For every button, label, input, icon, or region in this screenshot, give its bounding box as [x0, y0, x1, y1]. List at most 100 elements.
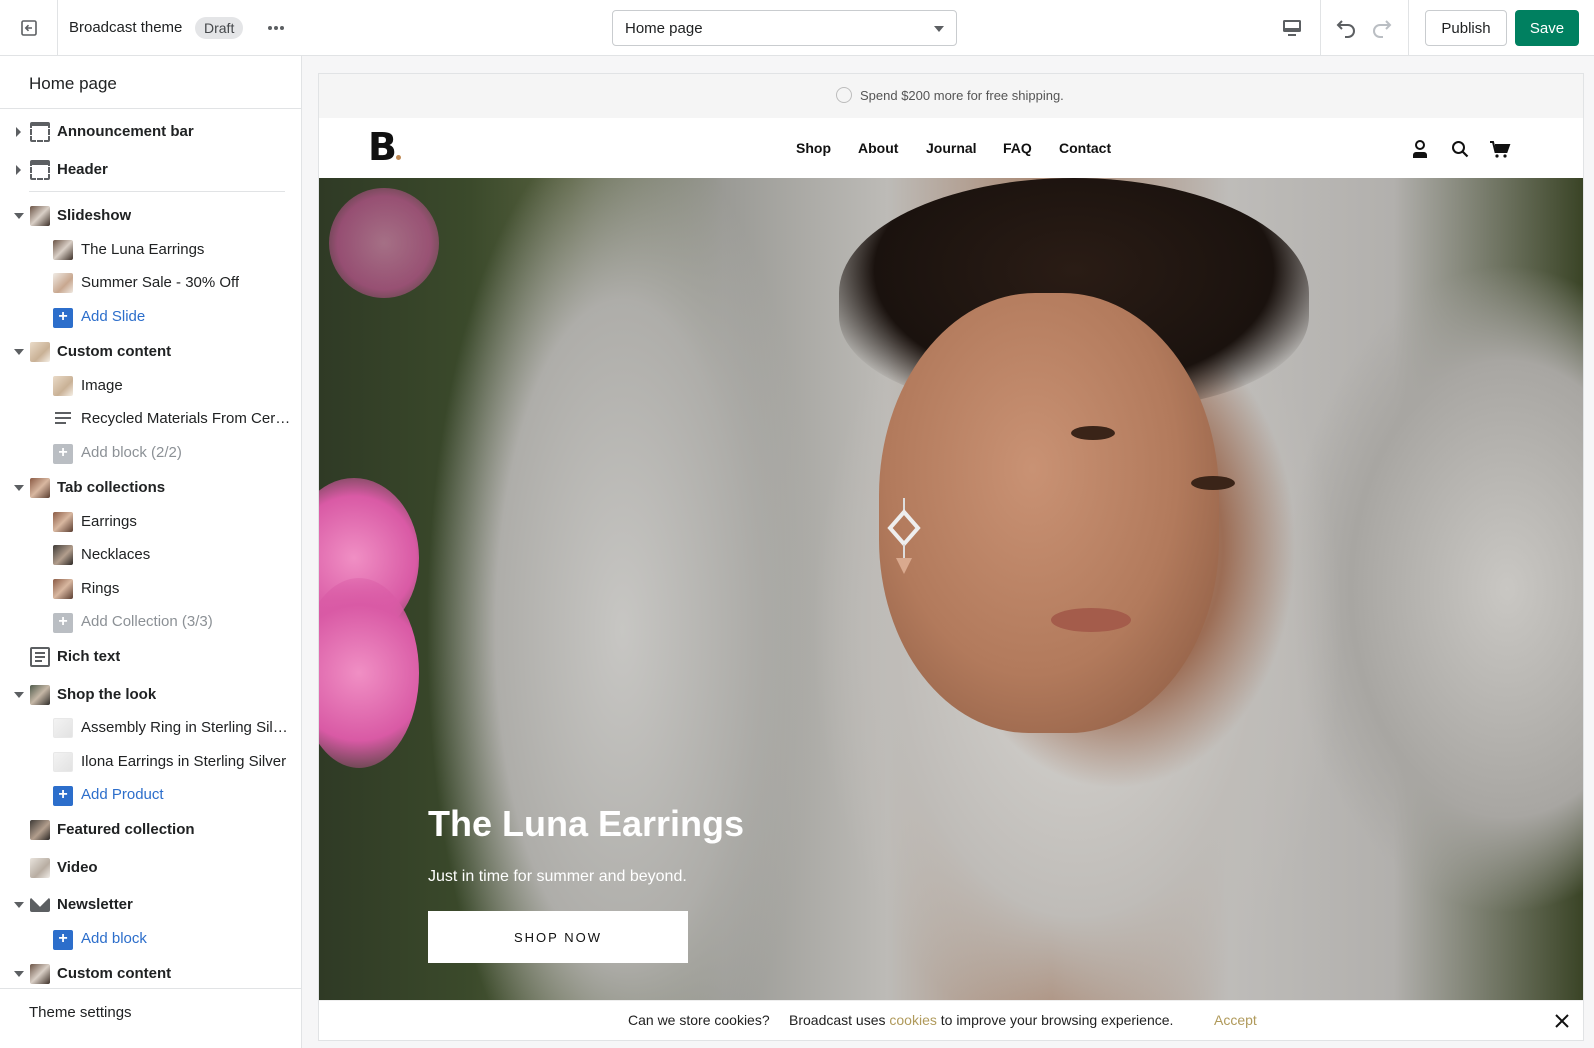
block-label: Assembly Ring in Sterling Silver [81, 719, 291, 736]
section-header[interactable]: Header [0, 153, 302, 187]
block-slide[interactable]: The Luna Earrings [0, 233, 302, 267]
save-button[interactable]: Save [1515, 10, 1579, 46]
progress-ring-icon [836, 87, 852, 103]
add-circle-icon: + [53, 786, 73, 806]
section-label: Header [57, 161, 108, 178]
earring-graphic [887, 498, 921, 574]
nav-link-contact[interactable]: Contact [1059, 140, 1111, 156]
section-featured-collection[interactable]: Featured collection [0, 813, 302, 847]
more-actions-button[interactable] [263, 16, 289, 40]
chevron-right-icon[interactable] [16, 127, 21, 137]
cookie-question: Can we store cookies? [628, 1012, 770, 1028]
block-image[interactable]: Image [0, 369, 302, 403]
add-circle-icon: + [53, 930, 73, 950]
chevron-down-icon[interactable] [14, 349, 24, 355]
chevron-right-icon[interactable] [16, 165, 21, 175]
theme-settings-link[interactable]: Theme settings [29, 1004, 132, 1021]
section-tab-collections[interactable]: Tab collections [0, 471, 302, 505]
chevron-down-icon[interactable] [14, 213, 24, 219]
add-collection-button[interactable]: + Add Collection (3/3) [0, 605, 302, 639]
search-icon[interactable] [1449, 138, 1471, 160]
undo-icon [1336, 20, 1355, 38]
add-label: Add block (2/2) [81, 444, 182, 461]
close-icon[interactable] [1551, 1010, 1573, 1032]
section-label: Shop the look [57, 686, 157, 703]
undo-button[interactable] [1332, 14, 1360, 42]
add-block-button[interactable]: + Add block (2/2) [0, 436, 302, 470]
hero-eye [1071, 426, 1115, 440]
page-selector[interactable]: Home page [612, 10, 957, 46]
announcement-text: Spend $200 more for free shipping. [860, 88, 1064, 103]
chevron-down-icon[interactable] [14, 971, 24, 977]
add-label: Add block [81, 930, 147, 947]
block-text[interactable]: Recycled Materials From Certif... [0, 402, 302, 436]
section-label: Custom content [57, 965, 172, 982]
store-header: B Shop About Journal FAQ Contact [319, 118, 1583, 178]
section-video[interactable]: Video [0, 851, 302, 885]
device-preview-button[interactable] [1277, 14, 1307, 42]
block-collection[interactable]: Rings [0, 572, 302, 606]
chevron-down-icon [934, 26, 944, 32]
store-logo[interactable]: B [368, 125, 397, 169]
shop-now-button[interactable]: SHOP NOW [428, 911, 688, 963]
logo-dot [396, 155, 401, 160]
divider [1408, 0, 1409, 56]
chevron-down-icon[interactable] [14, 485, 24, 491]
block-slide[interactable]: Summer Sale - 30% Off [0, 266, 302, 300]
accept-cookies-button[interactable]: Accept [1214, 1012, 1257, 1028]
section-announcement-bar[interactable]: Announcement bar [0, 115, 302, 149]
block-label: Earrings [81, 513, 137, 530]
section-newsletter[interactable]: Newsletter [0, 888, 302, 922]
custom-content-thumbnail [30, 964, 50, 984]
section-custom-content[interactable]: Custom content [0, 335, 302, 369]
cookie-message-before: Broadcast uses [789, 1012, 890, 1028]
add-block-button[interactable]: + Add block [0, 922, 302, 956]
flower-decoration [329, 188, 439, 298]
add-slide-button[interactable]: + Add Slide [0, 300, 302, 334]
section-shop-the-look[interactable]: Shop the look [0, 678, 302, 712]
cookie-policy-link[interactable]: cookies [889, 1012, 936, 1028]
nav-link-shop[interactable]: Shop [796, 140, 831, 156]
block-collection[interactable]: Earrings [0, 505, 302, 539]
block-product[interactable]: Ilona Earrings in Sterling Silver [0, 745, 302, 779]
nav-link-journal[interactable]: Journal [926, 140, 977, 156]
exit-editor-button[interactable] [0, 0, 58, 56]
section-slideshow[interactable]: Slideshow [0, 199, 302, 233]
image-thumbnail [53, 376, 73, 396]
block-collection[interactable]: Necklaces [0, 538, 302, 572]
nav-link-faq[interactable]: FAQ [1003, 140, 1032, 156]
block-label: Recycled Materials From Certif... [81, 410, 291, 427]
envelope-icon [30, 898, 50, 912]
hero-face [879, 293, 1219, 733]
nav-link-about[interactable]: About [858, 140, 898, 156]
custom-content-thumbnail [30, 342, 50, 362]
publish-button[interactable]: Publish [1425, 10, 1507, 46]
chevron-down-icon[interactable] [14, 692, 24, 698]
divider [1320, 0, 1321, 56]
rich-text-icon [30, 647, 50, 667]
cart-icon[interactable] [1489, 138, 1511, 160]
section-rich-text[interactable]: Rich text [0, 640, 302, 674]
shop-the-look-thumbnail [30, 685, 50, 705]
redo-button[interactable] [1368, 14, 1396, 42]
hero-lips [1051, 608, 1131, 632]
chevron-down-icon[interactable] [14, 902, 24, 908]
redo-icon [1373, 20, 1392, 38]
section-label: Featured collection [57, 821, 195, 838]
add-label: Add Product [81, 786, 164, 803]
video-thumbnail [30, 858, 50, 878]
collection-thumbnail [53, 545, 73, 565]
page-selector-value: Home page [625, 20, 703, 37]
block-label: Ilona Earrings in Sterling Silver [81, 753, 287, 770]
collection-thumbnail [53, 579, 73, 599]
cookie-message: Broadcast uses cookies to improve your b… [789, 1012, 1173, 1028]
hero-subtitle: Just in time for summer and beyond. [428, 868, 687, 885]
account-icon[interactable] [1409, 138, 1431, 160]
hero-title: The Luna Earrings [428, 803, 745, 844]
slide-thumbnail [53, 273, 73, 293]
block-label: Necklaces [81, 546, 151, 563]
add-product-button[interactable]: + Add Product [0, 778, 302, 812]
add-label: Add Collection (3/3) [81, 613, 213, 630]
section-custom-content[interactable]: Custom content [0, 957, 302, 989]
block-product[interactable]: Assembly Ring in Sterling Silver [0, 711, 302, 745]
